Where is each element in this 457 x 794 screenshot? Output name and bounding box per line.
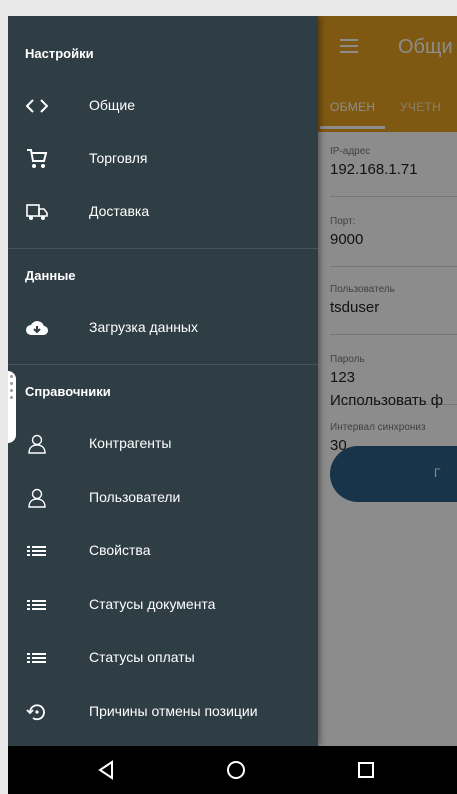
drawer-item-label: Контрагенты (89, 435, 172, 451)
drawer-item-trade[interactable]: Торговля (8, 133, 318, 185)
restore-icon (26, 704, 45, 721)
cloud-download-icon (26, 321, 48, 336)
list-icon (27, 653, 46, 663)
drawer-item-label: Загрузка данных (89, 319, 198, 335)
drawer-item-label: Причины отмены позиции (89, 703, 258, 719)
section-references: Справочники (25, 384, 111, 399)
list-icon (27, 600, 46, 610)
system-navigation-bar (8, 746, 457, 794)
drawer-item-label: Статусы документа (89, 596, 216, 612)
section-settings: Настройки (25, 46, 94, 61)
drawer-item-users[interactable]: Пользователи (8, 472, 318, 524)
drawer-item-label: Доставка (89, 203, 150, 219)
back-icon[interactable] (94, 758, 118, 782)
truck-icon (26, 204, 48, 220)
navigation-drawer: Настройки Общие Торговля Доставка Данные… (8, 16, 318, 746)
drawer-divider (8, 248, 318, 249)
person-outline-icon (28, 488, 46, 508)
drawer-edge-handle[interactable] (8, 371, 16, 443)
drawer-item-label: Пользователи (89, 489, 181, 505)
code-icon (26, 99, 48, 113)
recents-icon[interactable] (354, 758, 378, 782)
section-data: Данные (25, 268, 76, 283)
drawer-item-payment-statuses[interactable]: Статусы оплаты (8, 632, 318, 684)
drawer-item-label: Общие (89, 97, 136, 113)
person-outline-icon (28, 434, 46, 454)
drawer-divider (8, 364, 318, 365)
drawer-item-counterparties[interactable]: Контрагенты (8, 418, 318, 470)
drawer-item-label: Свойства (89, 542, 151, 558)
drawer-item-label: Торговля (89, 150, 148, 166)
drawer-item-cancel-reasons[interactable]: Причины отмены позиции (8, 686, 318, 738)
drawer-item-label: Статусы оплаты (89, 649, 195, 665)
drawer-item-general[interactable]: Общие (8, 80, 318, 132)
cart-icon (27, 149, 48, 168)
phone-screen: Общи ОБМЕН УЧЕТН IP-адрес 192.168.1.71 П… (8, 16, 457, 794)
drawer-item-data-download[interactable]: Загрузка данных (8, 302, 318, 354)
drawer-item-document-statuses[interactable]: Статусы документа (8, 579, 318, 631)
list-icon (27, 546, 46, 556)
drawer-item-delivery[interactable]: Доставка (8, 186, 318, 238)
drawer-item-properties[interactable]: Свойства (8, 525, 318, 577)
home-icon[interactable] (224, 758, 248, 782)
